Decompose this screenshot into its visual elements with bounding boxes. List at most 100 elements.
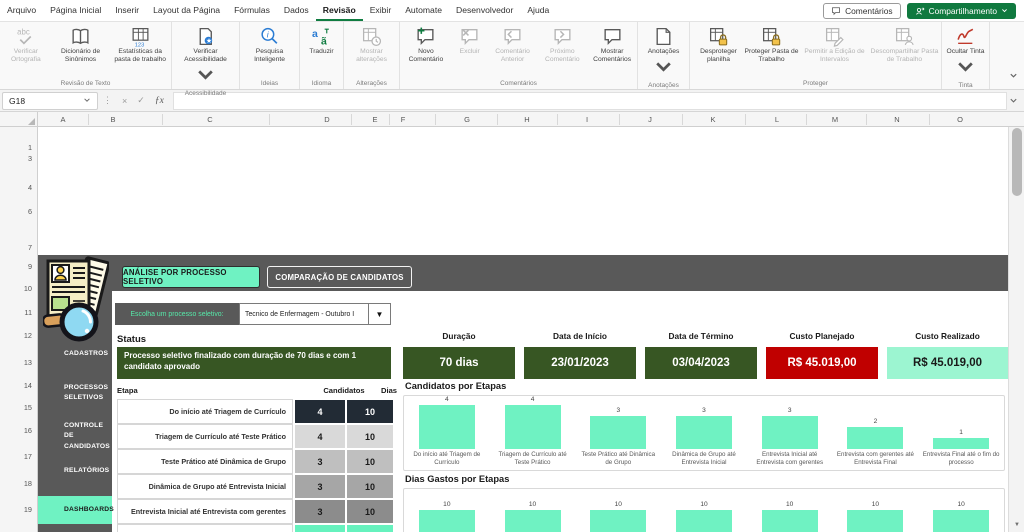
menu-tab-arquivo[interactable]: Arquivo — [0, 0, 43, 21]
name-box[interactable]: G18 — [2, 92, 98, 110]
row-header-6[interactable]: 6 — [28, 207, 32, 216]
process-selector-dropdown[interactable]: Tecnico de Enfermagem - Outubro I — [239, 303, 369, 325]
column-header-N[interactable]: N — [894, 112, 899, 127]
sidebar-item-controle-de-candidatos[interactable]: CONTROLE DE CANDIDATOS — [38, 421, 112, 452]
stage-candidatos-cell[interactable]: 4 — [295, 425, 345, 448]
vertical-scrollbar[interactable]: ▲ ▼ — [1008, 112, 1024, 532]
column-header-F[interactable]: F — [401, 112, 406, 127]
stage-dias-cell[interactable]: 10 — [347, 450, 393, 473]
name-box-caret-icon[interactable] — [83, 96, 91, 106]
row-header-13[interactable]: 13 — [24, 358, 32, 367]
dashboard-tab-comparacao-candidatos[interactable]: COMPARAÇÃO DE CANDIDATOS — [267, 266, 412, 288]
row-header-10[interactable]: 10 — [24, 284, 32, 293]
sidebar-item-processos-seletivos[interactable]: PROCESSOS SELETIVOS — [38, 383, 112, 404]
column-header-M[interactable]: M — [832, 112, 838, 127]
stage-name-cell[interactable]: Entrevista com gerentes até Entrevista F… — [117, 524, 293, 532]
cancel-entry-icon[interactable]: × — [117, 96, 132, 106]
row-header-18[interactable]: 18 — [24, 479, 32, 488]
formula-bar: G18 ⋮ × ✓ ƒx — [0, 90, 1024, 112]
stage-dias-cell[interactable]: 10 — [347, 525, 393, 532]
column-header-D[interactable]: D — [324, 112, 329, 127]
select-all-corner[interactable] — [0, 112, 38, 127]
column-header-I[interactable]: I — [586, 112, 588, 127]
ribbon-button-ocultar-tinta[interactable]: Ocultar Tinta — [944, 25, 988, 82]
stage-candidatos-cell[interactable]: 2 — [295, 525, 345, 532]
dashboard-tab-analise-processo[interactable]: ANÁLISE POR PROCESSO SELETIVO — [122, 266, 260, 288]
stage-candidatos-cell[interactable]: 3 — [295, 450, 345, 473]
column-header-H[interactable]: H — [524, 112, 529, 127]
stage-name-cell[interactable]: Triagem de Currículo até Teste Prático — [117, 424, 293, 449]
stage-dias-cell[interactable]: 10 — [347, 500, 393, 523]
stage-dias-cell[interactable]: 10 — [347, 425, 393, 448]
column-header-E[interactable]: E — [372, 112, 377, 127]
column-header-O[interactable]: O — [957, 112, 963, 127]
ribbon-button-dicion-rio-de-sin-nimos[interactable]: Dicionário de Sinônimos — [52, 25, 110, 80]
sidebar-item-cadastros[interactable]: CADASTROS — [38, 349, 112, 359]
menu-tab-layout-da-página[interactable]: Layout da Página — [146, 0, 227, 21]
menu-tab-página-inicial[interactable]: Página Inicial — [43, 0, 108, 21]
ribbon-button-verificar-acessibilidade[interactable]: ★Verificar Acessibilidade — [174, 25, 238, 90]
row-header-17[interactable]: 17 — [24, 452, 32, 461]
share-button[interactable]: Compartilhamento — [907, 3, 1016, 19]
ribbon-group-label: Comentários — [400, 80, 637, 89]
menu-tab-revisão[interactable]: Revisão — [316, 0, 363, 21]
row-header-15[interactable]: 15 — [24, 403, 32, 412]
ribbon-button-label: Comentário Anterior — [488, 48, 538, 64]
row-header-14[interactable]: 14 — [24, 381, 32, 390]
ribbon-button-anota-es[interactable]: Anotações — [641, 25, 687, 82]
column-header-C[interactable]: C — [207, 112, 212, 127]
row-header-19[interactable]: 19 — [24, 505, 32, 514]
chart-slot: 2Entrevista com gerentes até Entrevista … — [833, 396, 919, 470]
menu-tab-dados[interactable]: Dados — [277, 0, 316, 21]
stage-name-cell[interactable]: Entrevista Inicial até Entrevista com ge… — [117, 499, 293, 524]
menu-tab-automate[interactable]: Automate — [398, 0, 449, 21]
svg-text:a: a — [312, 28, 318, 40]
menu-tab-ajuda[interactable]: Ajuda — [520, 0, 556, 21]
sidebar-item-relat-rios[interactable]: RELATÓRIOS — [38, 466, 112, 476]
sidebar-item-dashboards[interactable]: DASHBOARDS — [38, 496, 112, 524]
scroll-down-icon[interactable]: ▼ — [1009, 518, 1024, 532]
formula-input[interactable] — [173, 92, 1007, 110]
stage-dias-cell[interactable]: 10 — [347, 475, 393, 498]
bar — [847, 510, 903, 532]
stage-candidatos-cell[interactable]: 3 — [295, 475, 345, 498]
ribbon-button-desproteger-planilha[interactable]: Desproteger planilha — [693, 25, 745, 80]
row-header-1[interactable]: 1 — [28, 143, 32, 152]
column-header-K[interactable]: K — [710, 112, 715, 127]
row-header-9[interactable]: 9 — [28, 262, 32, 271]
comments-button[interactable]: Comentários — [823, 3, 900, 19]
ribbon-button-estat-sticas-da-pasta-de-trabalho[interactable]: 123Estatísticas da pasta de trabalho — [109, 25, 171, 80]
collapse-ribbon-icon[interactable] — [1009, 67, 1018, 85]
expand-formula-bar-icon[interactable] — [1009, 92, 1024, 110]
stage-dias-cell[interactable]: 10 — [347, 400, 393, 423]
menu-tab-exibir[interactable]: Exibir — [363, 0, 399, 21]
insert-function-icon[interactable]: ƒx — [150, 96, 169, 106]
column-header-J[interactable]: J — [648, 112, 652, 127]
row-header-4[interactable]: 4 — [28, 183, 32, 192]
ribbon-button-traduzir[interactable]: aãTraduzir — [302, 25, 342, 80]
column-header-B[interactable]: B — [110, 112, 115, 127]
confirm-entry-icon[interactable]: ✓ — [132, 95, 150, 106]
stage-name-cell[interactable]: Do início até Triagem de Currículo — [117, 399, 293, 424]
stage-name-cell[interactable]: Dinâmica de Grupo até Entrevista Inicial — [117, 474, 293, 499]
dropdown-arrow-icon[interactable]: ▼ — [368, 303, 391, 325]
ribbon-button-pesquisa-inteligente[interactable]: iPesquisa Inteligente — [242, 25, 298, 80]
menu-tab-fórmulas[interactable]: Fórmulas — [227, 0, 277, 21]
row-header-12[interactable]: 12 — [24, 331, 32, 340]
column-header-A[interactable]: A — [60, 112, 65, 127]
column-header-L[interactable]: L — [775, 112, 779, 127]
stage-candidatos-cell[interactable]: 3 — [295, 500, 345, 523]
row-header-11[interactable]: 11 — [24, 308, 32, 317]
row-header-16[interactable]: 16 — [24, 426, 32, 435]
row-header-3[interactable]: 3 — [28, 154, 32, 163]
column-header-G[interactable]: G — [464, 112, 470, 127]
scrollbar-thumb[interactable] — [1012, 128, 1022, 196]
menu-tab-inserir[interactable]: Inserir — [108, 0, 146, 21]
ribbon-button-mostrar-coment-rios[interactable]: Mostrar Comentários — [587, 25, 637, 80]
row-header-7[interactable]: 7 — [28, 243, 32, 252]
ribbon-button-novo-coment-rio[interactable]: Novo Comentário — [400, 25, 452, 80]
stage-candidatos-cell[interactable]: 4 — [295, 400, 345, 423]
stage-name-cell[interactable]: Teste Prático até Dinâmica de Grupo — [117, 449, 293, 474]
ribbon-button-proteger-pasta-de-trabalho[interactable]: Proteger Pasta de Trabalho — [745, 25, 799, 80]
menu-tab-desenvolvedor[interactable]: Desenvolvedor — [449, 0, 520, 21]
